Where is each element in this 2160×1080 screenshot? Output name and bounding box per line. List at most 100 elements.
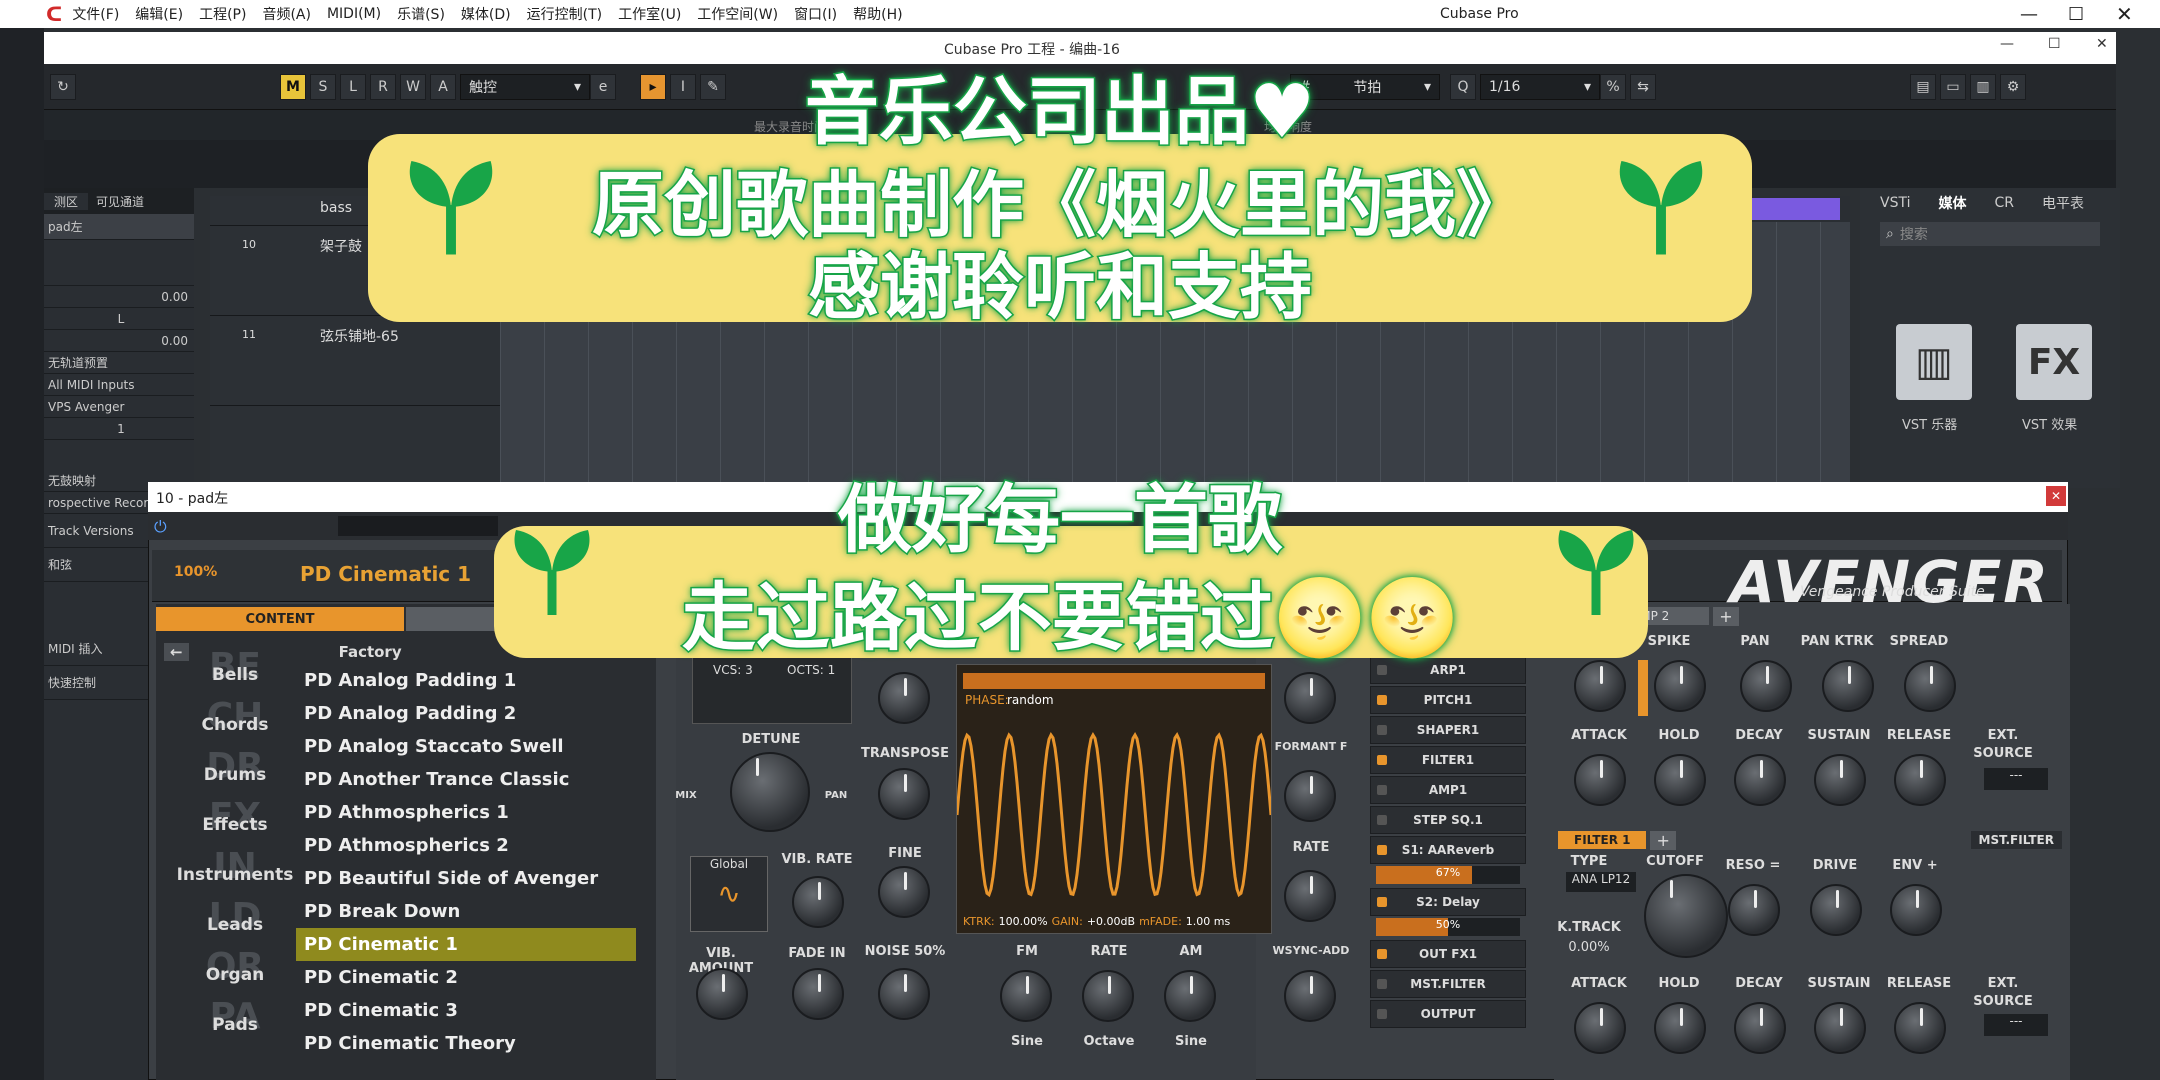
menu-item[interactable]: 音频(A) [262, 4, 311, 24]
tab-meter[interactable]: 电平表 [2042, 193, 2084, 213]
module-toggle[interactable] [1377, 815, 1387, 825]
amp-attack-knob[interactable] [1574, 754, 1626, 806]
spread-knob[interactable] [1904, 660, 1956, 712]
amp-source-select[interactable]: --- [1984, 768, 2048, 790]
close-icon[interactable]: ✕ [2116, 2, 2133, 26]
module-item[interactable]: OUT FX1 [1370, 940, 1526, 968]
reso-knob[interactable] [1728, 884, 1780, 936]
global-lfo[interactable]: Global ∿ [690, 856, 768, 932]
module-toggle[interactable] [1377, 755, 1387, 765]
doc-close-icon[interactable]: ✕ [2096, 36, 2108, 52]
quantize-settings-icon[interactable]: % [1600, 73, 1626, 100]
edit-icon[interactable]: e [590, 73, 616, 100]
module-item[interactable]: OUTPUT [1370, 1000, 1526, 1028]
vib-rate-knob[interactable] [792, 876, 844, 928]
plugin-close-icon[interactable]: ✕ [2046, 486, 2066, 506]
preset-item[interactable]: PD Analog Padding 1 [296, 664, 636, 697]
power-icon[interactable]: ⏻ [154, 517, 167, 537]
filter-hold-knob[interactable] [1654, 1002, 1706, 1054]
cubase-logo-icon[interactable]: ᑕ [46, 2, 62, 26]
amp-level-bar[interactable] [1638, 660, 1648, 716]
tab-filter-1[interactable]: FILTER 1 [1558, 831, 1647, 849]
category-item[interactable]: LD Leads [170, 896, 300, 950]
drive-knob[interactable] [1810, 884, 1862, 936]
preset-name[interactable]: PD Cinematic 1 [300, 556, 520, 592]
track-preset-row[interactable]: 无轨道预置 [44, 352, 194, 374]
solo-mode-button[interactable]: S [310, 73, 336, 100]
rate2-knob[interactable] [1284, 870, 1336, 922]
layout-left-icon[interactable]: ▤ [1910, 73, 1936, 100]
formant-knob[interactable] [1284, 770, 1336, 822]
preset-item[interactable]: PD Cinematic 1 [296, 928, 636, 961]
range-tool-icon[interactable]: I [670, 73, 696, 100]
menu-item[interactable]: 工作空间(W) [697, 4, 778, 24]
menu-item[interactable]: 文件(F) [72, 4, 119, 24]
module-toggle[interactable] [1377, 897, 1387, 907]
tab-content[interactable]: CONTENT [156, 607, 404, 631]
menu-item[interactable]: 媒体(D) [461, 4, 511, 24]
mute-mode-button[interactable]: M [280, 73, 306, 100]
spike-knob[interactable] [1654, 660, 1706, 712]
menu-item[interactable]: 帮助(H) [853, 4, 902, 24]
add-filter-icon[interactable]: + [1650, 830, 1676, 850]
tab-media[interactable]: 媒体 [1938, 193, 1966, 213]
tab-inspector[interactable]: 测区 [44, 192, 89, 210]
module-item[interactable]: SHAPER1 [1370, 716, 1526, 744]
plugin-preset-field[interactable] [338, 516, 498, 536]
env-amount-knob[interactable] [1890, 884, 1942, 936]
amp-release-knob[interactable] [1894, 754, 1946, 806]
fine-knob[interactable] [878, 866, 930, 918]
amp-pan-knob[interactable] [1740, 660, 1792, 712]
menu-item[interactable]: 窗口(I) [794, 4, 837, 24]
delay-row[interactable]: 0.00 [44, 330, 194, 352]
module-item[interactable]: MST.FILTER [1370, 970, 1526, 998]
module-item[interactable]: AMP1 [1370, 776, 1526, 804]
layout-right-icon[interactable]: ▥ [1970, 73, 1996, 100]
filter-source-select[interactable]: --- [1984, 1014, 2048, 1036]
module-toggle[interactable] [1377, 1009, 1387, 1019]
preset-item[interactable]: PD Cinematic 3 [296, 994, 636, 1027]
amp-hold-knob[interactable] [1654, 754, 1706, 806]
amp-decay-knob[interactable] [1734, 754, 1786, 806]
cutoff-knob[interactable] [1644, 874, 1728, 958]
category-item[interactable]: CH Chords [170, 696, 300, 750]
category-item[interactable]: FX Effects [170, 796, 300, 850]
quantize-apply-icon[interactable]: ⇆ [1630, 73, 1656, 100]
module-item[interactable]: S1: AAReverb [1370, 836, 1526, 864]
write-mode-button[interactable]: W [400, 73, 426, 100]
rate-knob[interactable] [1082, 970, 1134, 1022]
filter-attack-knob[interactable] [1574, 1002, 1626, 1054]
automation-mode-select[interactable]: 触控 ▾ [460, 73, 590, 100]
fm-knob[interactable] [1000, 970, 1052, 1022]
amp-level-knob[interactable] [1574, 660, 1626, 712]
track-row[interactable]: 11 弦乐铺地-65 [210, 316, 500, 406]
vst-instruments-tile[interactable]: ▥ [1896, 324, 1972, 400]
module-item[interactable]: S2: Delay [1370, 888, 1526, 916]
module-toggle[interactable] [1377, 785, 1387, 795]
filter-sustain-knob[interactable] [1814, 1002, 1866, 1054]
maximize-icon[interactable]: ☐ [2068, 4, 2084, 25]
read-mode-button[interactable]: R [370, 73, 396, 100]
minimize-icon[interactable]: — [2020, 4, 2038, 25]
menu-item[interactable]: 运行控制(T) [527, 4, 602, 24]
midi-output-row[interactable]: VPS Avenger [44, 396, 194, 418]
tab-vsti[interactable]: VSTi [1880, 195, 1910, 211]
ktrack-value[interactable]: 0.00% [1544, 940, 1634, 955]
menu-item[interactable]: MIDI(M) [327, 6, 381, 22]
module-toggle[interactable] [1377, 725, 1387, 735]
category-item[interactable]: DR Drums [170, 746, 300, 800]
menu-item[interactable]: 工作室(U) [618, 4, 681, 24]
detune-knob[interactable] [730, 752, 810, 832]
amp-sustain-knob[interactable] [1814, 754, 1866, 806]
redo-icon[interactable]: ↻ [50, 73, 76, 100]
send-level-bar[interactable]: 50% [1376, 918, 1520, 936]
preset-item[interactable]: PD Another Trance Classic [296, 763, 636, 796]
wsync-knob[interactable] [1284, 970, 1336, 1022]
preset-item[interactable]: PD Athmospherics 2 [296, 829, 636, 862]
tab-master-filter[interactable]: MST.FILTER [1970, 831, 2062, 849]
doc-maximize-icon[interactable]: ☐ [2048, 36, 2061, 52]
send-level-bar[interactable]: 67% [1376, 866, 1520, 884]
am-knob[interactable] [1164, 970, 1216, 1022]
module-toggle[interactable] [1377, 665, 1387, 675]
settings-gear-icon[interactable]: ⚙ [2000, 73, 2026, 100]
